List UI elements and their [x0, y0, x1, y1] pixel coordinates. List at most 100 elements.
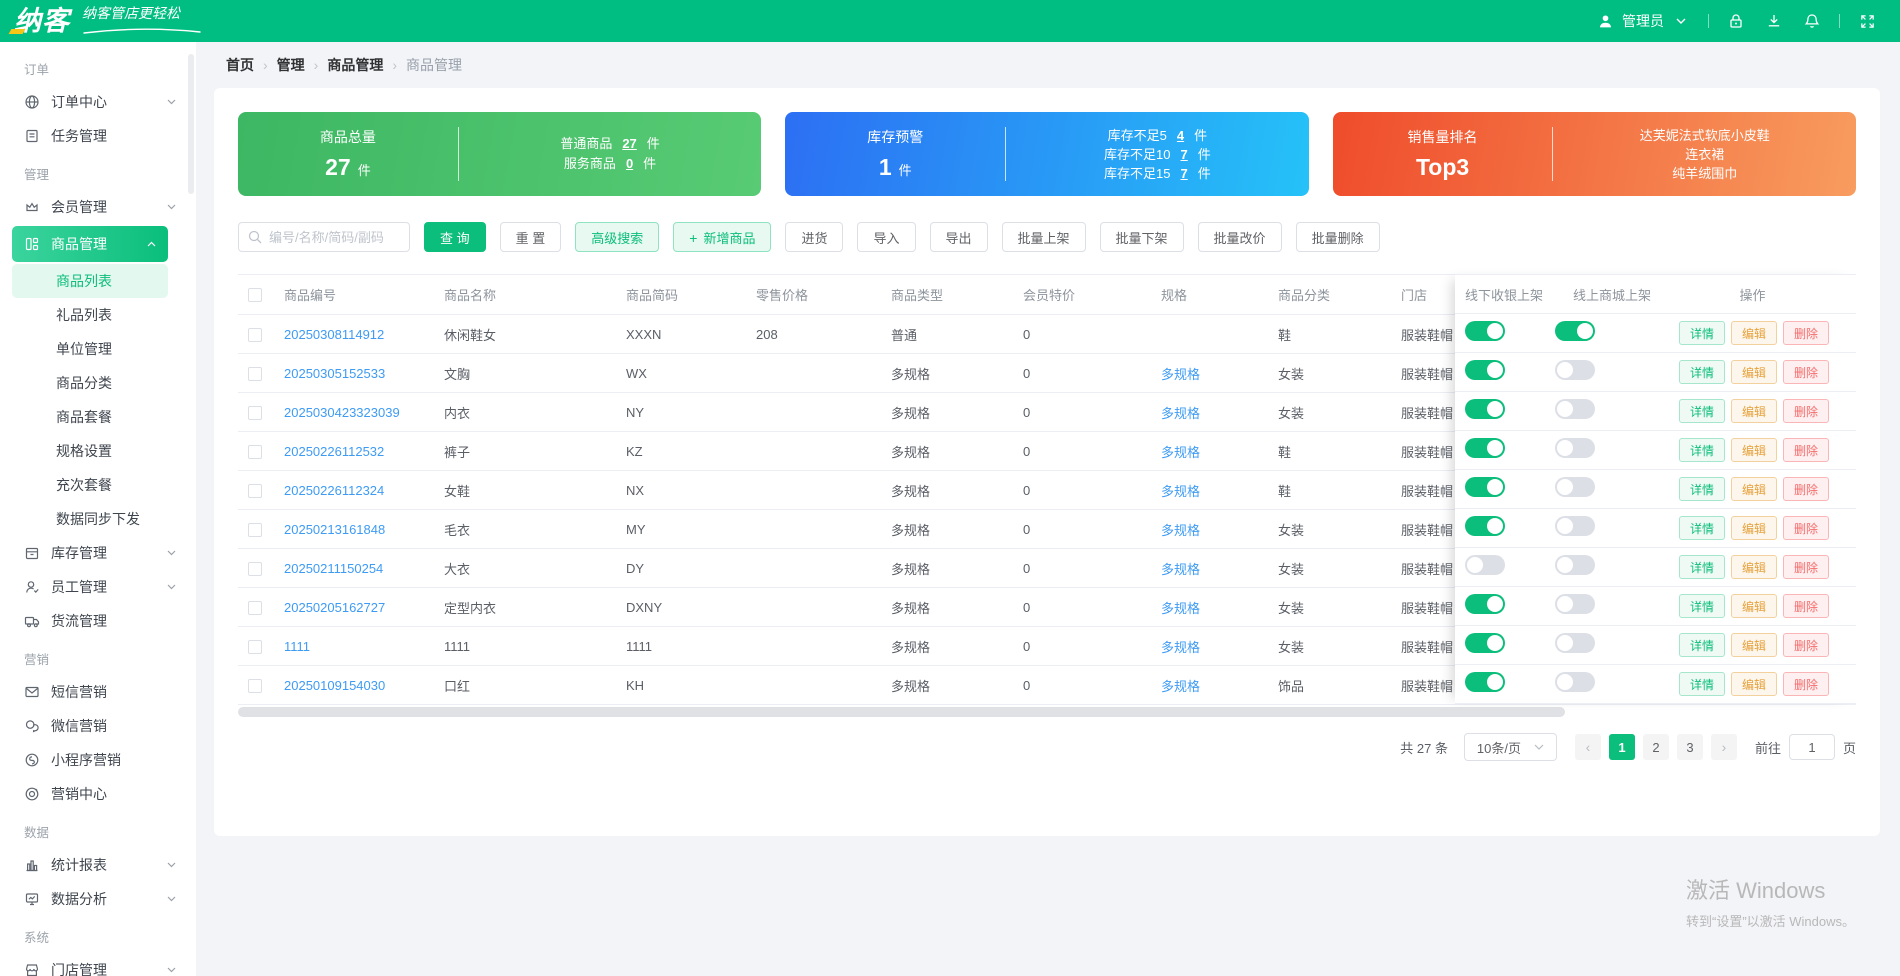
fullscreen-icon[interactable] — [1856, 10, 1878, 32]
offline-shelf-toggle[interactable] — [1465, 321, 1505, 341]
advanced-search-button[interactable]: 高级搜索 — [575, 222, 659, 252]
online-shelf-toggle[interactable] — [1555, 516, 1595, 536]
spec-link[interactable]: 多规格 — [1161, 679, 1200, 694]
spec-link[interactable]: 多规格 — [1161, 601, 1200, 616]
row-checkbox[interactable] — [248, 484, 262, 498]
offline-shelf-toggle[interactable] — [1465, 672, 1505, 692]
offline-shelf-toggle[interactable] — [1465, 399, 1505, 419]
lock-icon[interactable] — [1725, 10, 1747, 32]
row-checkbox[interactable] — [248, 562, 262, 576]
user-menu[interactable]: 管理员 — [1594, 10, 1692, 32]
edit-button[interactable]: 编辑 — [1731, 438, 1777, 462]
offline-shelf-toggle[interactable] — [1465, 360, 1505, 380]
product-code-link[interactable]: 2025030423323039 — [284, 405, 400, 420]
search-input[interactable] — [269, 230, 400, 245]
row-checkbox[interactable] — [248, 523, 262, 537]
online-shelf-toggle[interactable] — [1555, 633, 1595, 653]
online-shelf-toggle[interactable] — [1555, 438, 1595, 458]
edit-button[interactable]: 编辑 — [1731, 516, 1777, 540]
offline-shelf-toggle[interactable] — [1465, 633, 1505, 653]
sidebar-subitem-goods-list[interactable]: 商品列表 — [12, 264, 168, 298]
sidebar-item-task-management[interactable]: 任务管理 — [0, 119, 196, 153]
row-checkbox[interactable] — [248, 679, 262, 693]
sidebar-scrollbar[interactable] — [188, 54, 194, 194]
online-shelf-toggle[interactable] — [1555, 360, 1595, 380]
delete-button[interactable]: 删除 — [1783, 555, 1829, 579]
offline-shelf-toggle[interactable] — [1465, 516, 1505, 536]
edit-button[interactable]: 编辑 — [1731, 477, 1777, 501]
product-code-link[interactable]: 20250211150254 — [284, 561, 383, 576]
sidebar-item-inventory-management[interactable]: 库存管理 — [0, 536, 196, 570]
edit-button[interactable]: 编辑 — [1731, 594, 1777, 618]
spec-link[interactable]: 多规格 — [1161, 406, 1200, 421]
download-icon[interactable] — [1763, 10, 1785, 32]
online-shelf-toggle[interactable] — [1555, 672, 1595, 692]
sidebar-item-store-management[interactable]: 门店管理 — [0, 953, 196, 976]
sidebar-item-wechat-marketing[interactable]: 微信营销 — [0, 709, 196, 743]
sidebar-item-logistics-management[interactable]: 货流管理 — [0, 604, 196, 638]
detail-button[interactable]: 详情 — [1679, 633, 1725, 657]
spec-link[interactable]: 多规格 — [1161, 640, 1200, 655]
sidebar-item-statistics-report[interactable]: 统计报表 — [0, 848, 196, 882]
edit-button[interactable]: 编辑 — [1731, 360, 1777, 384]
sidebar-item-marketing-center[interactable]: 营销中心 — [0, 777, 196, 811]
detail-button[interactable]: 详情 — [1679, 516, 1725, 540]
sidebar-item-order-center[interactable]: 订单中心 — [0, 85, 196, 119]
online-shelf-toggle[interactable] — [1555, 399, 1595, 419]
product-code-link[interactable]: 1111 — [284, 639, 310, 654]
offline-shelf-toggle[interactable] — [1465, 438, 1505, 458]
detail-button[interactable]: 详情 — [1679, 672, 1725, 696]
export-button[interactable]: 导出 — [930, 222, 988, 252]
edit-button[interactable]: 编辑 — [1731, 321, 1777, 345]
detail-button[interactable]: 详情 — [1679, 594, 1725, 618]
row-checkbox[interactable] — [248, 445, 262, 459]
delete-button[interactable]: 删除 — [1783, 399, 1829, 423]
detail-button[interactable]: 详情 — [1679, 438, 1725, 462]
goto-page-input[interactable] — [1789, 734, 1835, 760]
product-code-link[interactable]: 20250213161848 — [284, 522, 385, 537]
sidebar-item-member-management[interactable]: 会员管理 — [0, 190, 196, 224]
sidebar-subitem-unit-management[interactable]: 单位管理 — [0, 332, 196, 366]
page-size-select[interactable]: 10条/页 — [1464, 733, 1557, 761]
product-code-link[interactable]: 20250305152533 — [284, 366, 385, 381]
sidebar-subitem-goods-category[interactable]: 商品分类 — [0, 366, 196, 400]
sidebar-item-staff-management[interactable]: 员工管理 — [0, 570, 196, 604]
row-checkbox[interactable] — [248, 406, 262, 420]
sidebar-subitem-gift-list[interactable]: 礼品列表 — [0, 298, 196, 332]
spec-link[interactable]: 多规格 — [1161, 367, 1200, 382]
sidebar-item-goods-management[interactable]: 商品管理 — [12, 226, 168, 262]
sidebar-item-sms-marketing[interactable]: 短信营销 — [0, 675, 196, 709]
add-goods-button[interactable]: +新增商品 — [673, 222, 771, 252]
product-code-link[interactable]: 20250205162727 — [284, 600, 385, 615]
product-code-link[interactable]: 20250226112532 — [284, 444, 384, 459]
stat-detail-value[interactable]: 7 — [1181, 166, 1188, 181]
batch-off-shelf-button[interactable]: 批量下架 — [1100, 222, 1184, 252]
detail-button[interactable]: 详情 — [1679, 321, 1725, 345]
spec-link[interactable]: 多规格 — [1161, 445, 1200, 460]
edit-button[interactable]: 编辑 — [1731, 672, 1777, 696]
row-checkbox[interactable] — [248, 601, 262, 615]
sidebar-subitem-data-sync[interactable]: 数据同步下发 — [0, 502, 196, 536]
delete-button[interactable]: 删除 — [1783, 633, 1829, 657]
batch-on-shelf-button[interactable]: 批量上架 — [1002, 222, 1086, 252]
row-checkbox[interactable] — [248, 640, 262, 654]
horizontal-scrollbar[interactable] — [238, 707, 1565, 717]
sidebar-item-data-analysis[interactable]: 数据分析 — [0, 882, 196, 916]
detail-button[interactable]: 详情 — [1679, 360, 1725, 384]
online-shelf-toggle[interactable] — [1555, 321, 1595, 341]
delete-button[interactable]: 删除 — [1783, 516, 1829, 540]
row-checkbox[interactable] — [248, 367, 262, 381]
stat-detail-value[interactable]: 27 — [622, 136, 636, 151]
stat-detail-value[interactable]: 4 — [1177, 128, 1184, 143]
breadcrumb-goods-management[interactable]: 商品管理 — [327, 55, 383, 75]
breadcrumb-management[interactable]: 管理 — [277, 55, 305, 75]
edit-button[interactable]: 编辑 — [1731, 555, 1777, 579]
select-all-checkbox[interactable] — [248, 288, 262, 302]
batch-reprice-button[interactable]: 批量改价 — [1198, 222, 1282, 252]
delete-button[interactable]: 删除 — [1783, 321, 1829, 345]
breadcrumb-home[interactable]: 首页 — [226, 55, 254, 75]
product-code-link[interactable]: 20250109154030 — [284, 678, 385, 693]
stat-detail-value[interactable]: 7 — [1181, 147, 1188, 162]
detail-button[interactable]: 详情 — [1679, 399, 1725, 423]
import-button[interactable]: 导入 — [857, 222, 915, 252]
